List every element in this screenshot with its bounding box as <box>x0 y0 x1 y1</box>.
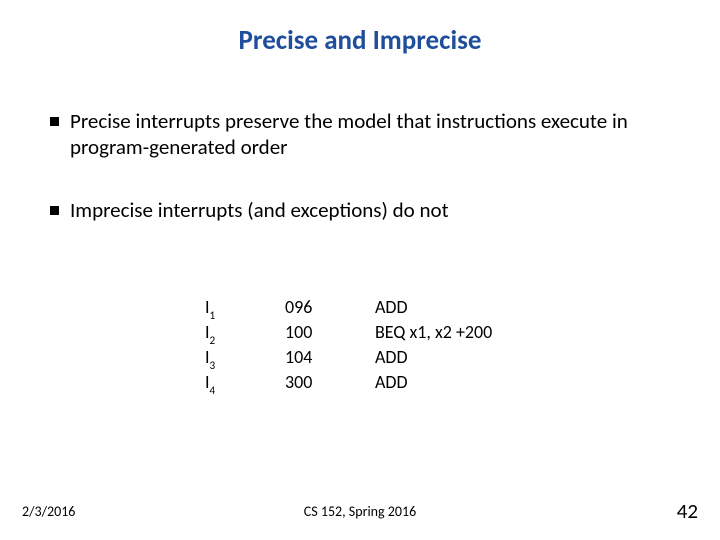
instr-op: ADD <box>375 296 555 321</box>
instr-op: ADD <box>375 346 555 371</box>
bullet-square-icon <box>50 206 59 215</box>
slide: Precise and Imprecise Precise interrupts… <box>0 0 720 540</box>
instr-label: I1 <box>205 296 285 321</box>
table-row: I1 096 ADD <box>205 296 555 321</box>
instr-op: BEQ x1, x2 +200 <box>375 321 555 346</box>
instr-label: I4 <box>205 371 285 396</box>
footer-course: CS 152, Spring 2016 <box>0 503 720 520</box>
instr-addr: 096 <box>285 296 375 321</box>
instr-label: I2 <box>205 321 285 346</box>
table-row: I4 300 ADD <box>205 371 555 396</box>
slide-title: Precise and Imprecise <box>0 24 720 57</box>
bullet-text: Precise interrupts preserve the model th… <box>70 108 628 160</box>
bullet-item: Precise interrupts preserve the model th… <box>50 108 670 161</box>
instr-op: ADD <box>375 371 555 396</box>
instr-label: I3 <box>205 346 285 371</box>
bullet-text: Imprecise interrupts (and exceptions) do… <box>70 197 449 223</box>
instr-addr: 104 <box>285 346 375 371</box>
table-row: I2 100 BEQ x1, x2 +200 <box>205 321 555 346</box>
bullet-item: Imprecise interrupts (and exceptions) do… <box>50 197 670 223</box>
bullet-square-icon <box>50 117 59 126</box>
instruction-table: I1 096 ADD I2 100 BEQ x1, x2 +200 I3 104… <box>205 296 555 396</box>
table-row: I3 104 ADD <box>205 346 555 371</box>
page-number: 42 <box>677 498 698 524</box>
slide-body: Precise interrupts preserve the model th… <box>50 108 670 259</box>
instr-addr: 300 <box>285 371 375 396</box>
instr-addr: 100 <box>285 321 375 346</box>
